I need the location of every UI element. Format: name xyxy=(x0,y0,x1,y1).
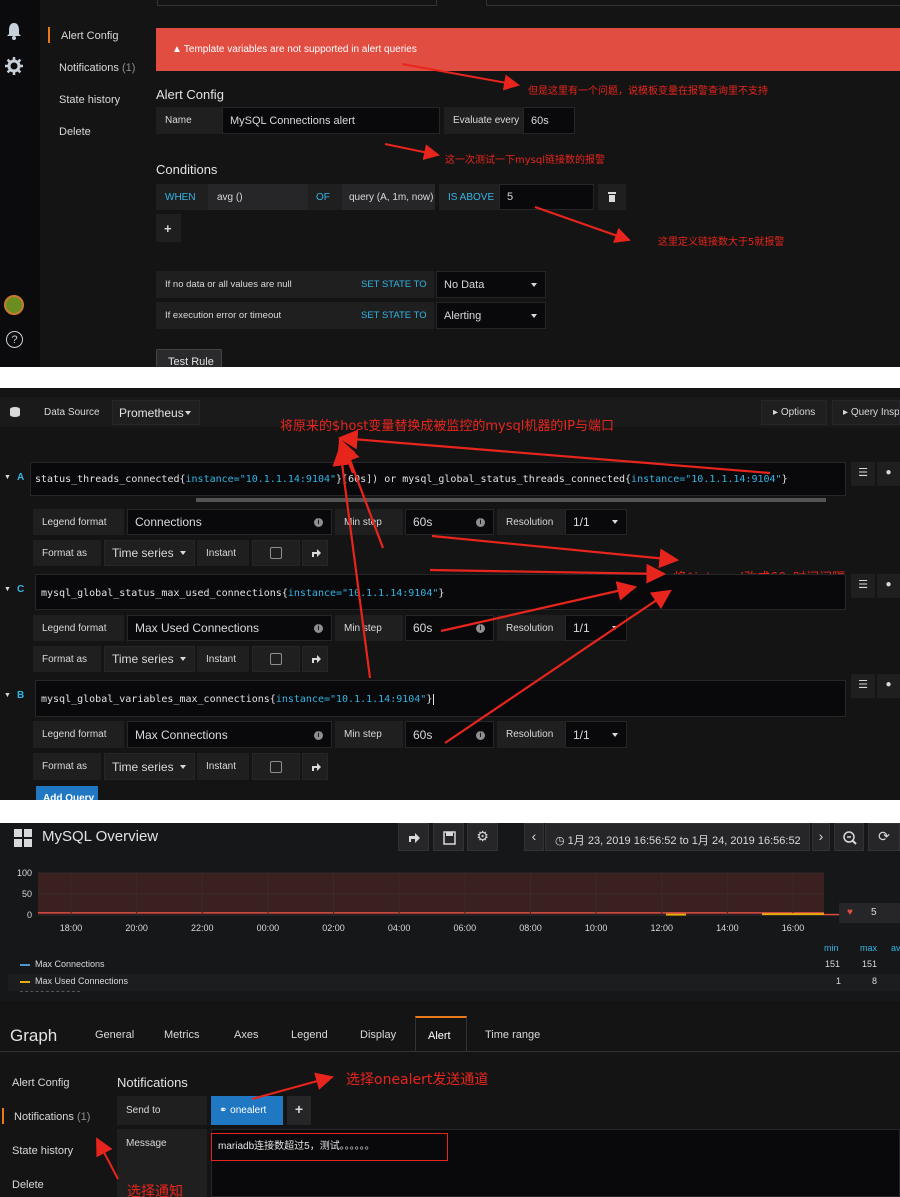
query-editor-panel: Data Source Prometheus ▸ Options ▸ Query… xyxy=(0,388,900,800)
annotation-arrows-2 xyxy=(332,429,771,744)
dashboard-panel: MySQL Overview ⚙ ‹ ◷ 1月 23, 2019 16:56:5… xyxy=(0,823,900,1197)
annotation-arrows-1 xyxy=(384,63,631,243)
alert-config-panel: ? Alert Config Notifications (1) State h… xyxy=(0,0,900,367)
annotation-arrows-3 xyxy=(96,1072,334,1180)
